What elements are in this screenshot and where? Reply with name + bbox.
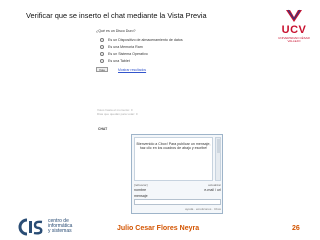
poll-option[interactable]: Es una Tablet	[96, 57, 206, 64]
message-input[interactable]	[134, 199, 221, 205]
radio-button[interactable]	[100, 58, 104, 63]
chat-name-row: nombre e-mail / url	[134, 188, 221, 192]
days-left: Días que quedan para votar: 0	[97, 112, 138, 117]
vote-button[interactable]: Vote	[96, 67, 108, 72]
page-number: 26	[292, 225, 300, 232]
cis-logo-text: centro de informática y sistemas	[48, 218, 72, 235]
cis-line-3: y sistemas	[48, 228, 72, 235]
chat-welcome-message: Bienvenido a Cbox! Para publicar un mens…	[136, 142, 211, 151]
message-label: mensaje	[134, 194, 148, 198]
url-field[interactable]: e-mail / url	[204, 188, 221, 192]
poll-option-label: Es una Tablet	[108, 58, 130, 63]
chat-message-row: mensaje	[134, 194, 221, 198]
scrollbar-thumb[interactable]	[216, 139, 221, 153]
chat-scrollbar[interactable]	[215, 137, 221, 181]
poll-option-label: Es un Dispositivo de almacenamiento de d…	[108, 37, 183, 42]
poll-option[interactable]: Es una Memoria Ram	[96, 43, 206, 50]
author-name: Julio Cesar Flores Neyra	[117, 225, 200, 232]
poll-option[interactable]: Es un Sistema Operativo	[96, 50, 206, 57]
chat-footer-links[interactable]: ayuda · emoticonos · Cbox	[134, 207, 221, 211]
chat-messages-area[interactable]: Bienvenido a Cbox! Para publicar un mens…	[134, 137, 213, 181]
chat-label: CHAT	[98, 127, 108, 131]
chat-status-row: [refrescar] actualizar	[134, 183, 221, 187]
poll-stats: Votos hasta el momento: 0 Días que queda…	[97, 108, 138, 116]
radio-button[interactable]	[100, 37, 104, 42]
update-link[interactable]: actualizar	[208, 183, 221, 187]
poll-option[interactable]: Es un Dispositivo de almacenamiento de d…	[96, 36, 206, 43]
cbox-chat-widget: Bienvenido a Cbox! Para publicar un mens…	[131, 134, 223, 214]
poll-option-label: Es un Sistema Operativo	[108, 51, 148, 56]
poll-widget: ¿Qué es un Disco Duro? Es un Dispositivo…	[96, 29, 206, 73]
poll-option-label: Es una Memoria Ram	[108, 44, 143, 49]
radio-button[interactable]	[100, 51, 104, 56]
refresh-link[interactable]: [refrescar]	[134, 183, 148, 187]
show-results-link[interactable]: Mostrar resultados	[118, 68, 146, 72]
poll-question: ¿Qué es un Disco Duro?	[96, 29, 136, 33]
poll-actions: Vote Mostrar resultados	[96, 66, 206, 73]
ucv-logo-text: UCV	[281, 24, 307, 36]
ucv-logo: UCV UNIVERSIDAD CÉSAR VALLEJO	[272, 8, 316, 50]
ucv-logo-subtitle: UNIVERSIDAD CÉSAR VALLEJO	[278, 36, 310, 44]
slide-title: Verificar que se inserto el chat mediant…	[26, 11, 207, 20]
cis-logo-icon	[18, 218, 43, 236]
name-field[interactable]: nombre	[134, 188, 146, 192]
slide-footer: centro de informática y sistemas Julio C…	[0, 216, 320, 240]
ucv-emblem-icon	[286, 9, 302, 22]
radio-button[interactable]	[100, 44, 104, 49]
